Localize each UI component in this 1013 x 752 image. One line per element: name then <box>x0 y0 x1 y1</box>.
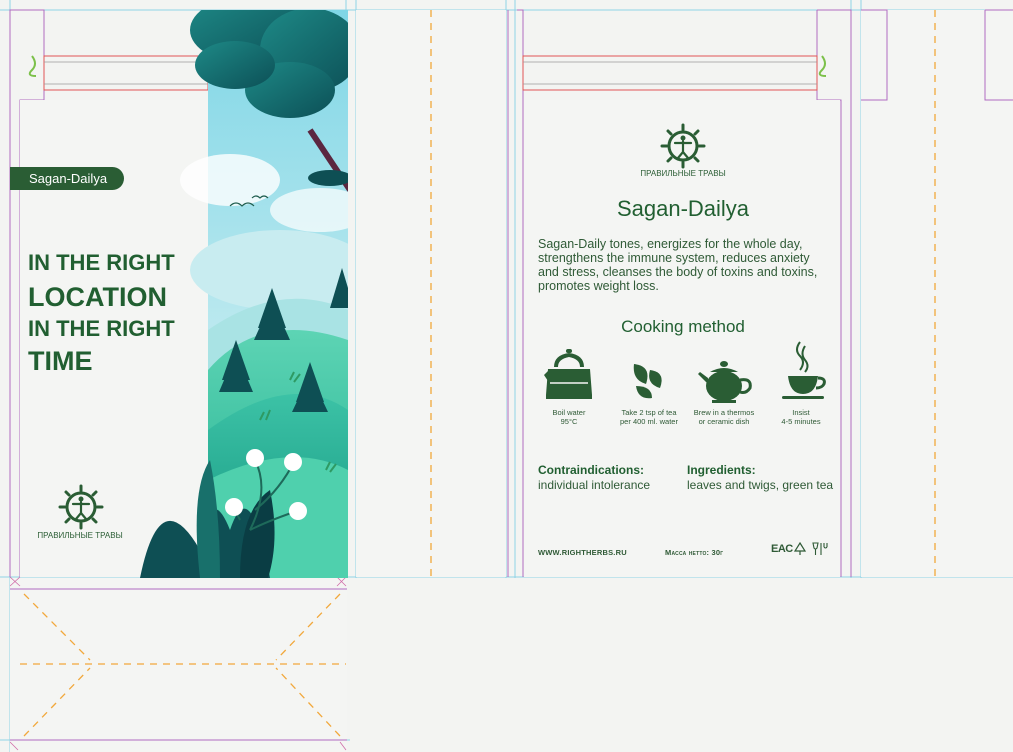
brand-name-back: ПРАВИЛЬНЫЕ ТРАВЫ <box>640 169 726 178</box>
step-2-label: Take 2 tsp of tea per 400 ml. water <box>620 408 678 426</box>
tea-leaves-icon <box>633 364 662 399</box>
contraindications-text: individual intolerance <box>538 478 651 492</box>
landscape-illustration <box>140 10 348 578</box>
tea-cup-icon <box>782 341 826 399</box>
kettle-icon <box>544 349 592 399</box>
slogan-line-4: TIME <box>28 346 93 376</box>
brand-logo-icon <box>58 484 104 530</box>
cooking-method-title: Cooking method <box>621 317 745 336</box>
product-description: Sagan-Daily tones, energizes for the who… <box>538 237 818 293</box>
step-1-label: Boil water 95°C <box>552 408 586 426</box>
brand-name-front: ПРАВИЛЬНЫЕ ТРАВЫ <box>37 531 123 540</box>
eac-mark: EAC <box>771 543 793 555</box>
recycle-icon <box>793 542 807 555</box>
step-3-label: Brew in a thermos or ceramic dish <box>693 408 755 426</box>
contraindications-title: Contraindications: <box>538 463 645 477</box>
website-text: WWW.RIGHTHERBS.RU <box>538 548 627 557</box>
net-weight-text: Масса нетто: 30г <box>665 548 724 557</box>
teapot-icon <box>698 361 752 403</box>
product-title: Sagan-Dailya <box>616 196 750 221</box>
ingredients-text: leaves and twigs, green tea <box>687 478 834 492</box>
step-4-label: Insist 4-5 minutes <box>781 408 821 426</box>
brand-logo-back-icon <box>660 123 706 169</box>
food-safe-icon <box>812 542 828 555</box>
product-name-tag: Sagan-Dailya <box>10 167 124 190</box>
ingredients-title: Ingredients: <box>687 463 756 477</box>
